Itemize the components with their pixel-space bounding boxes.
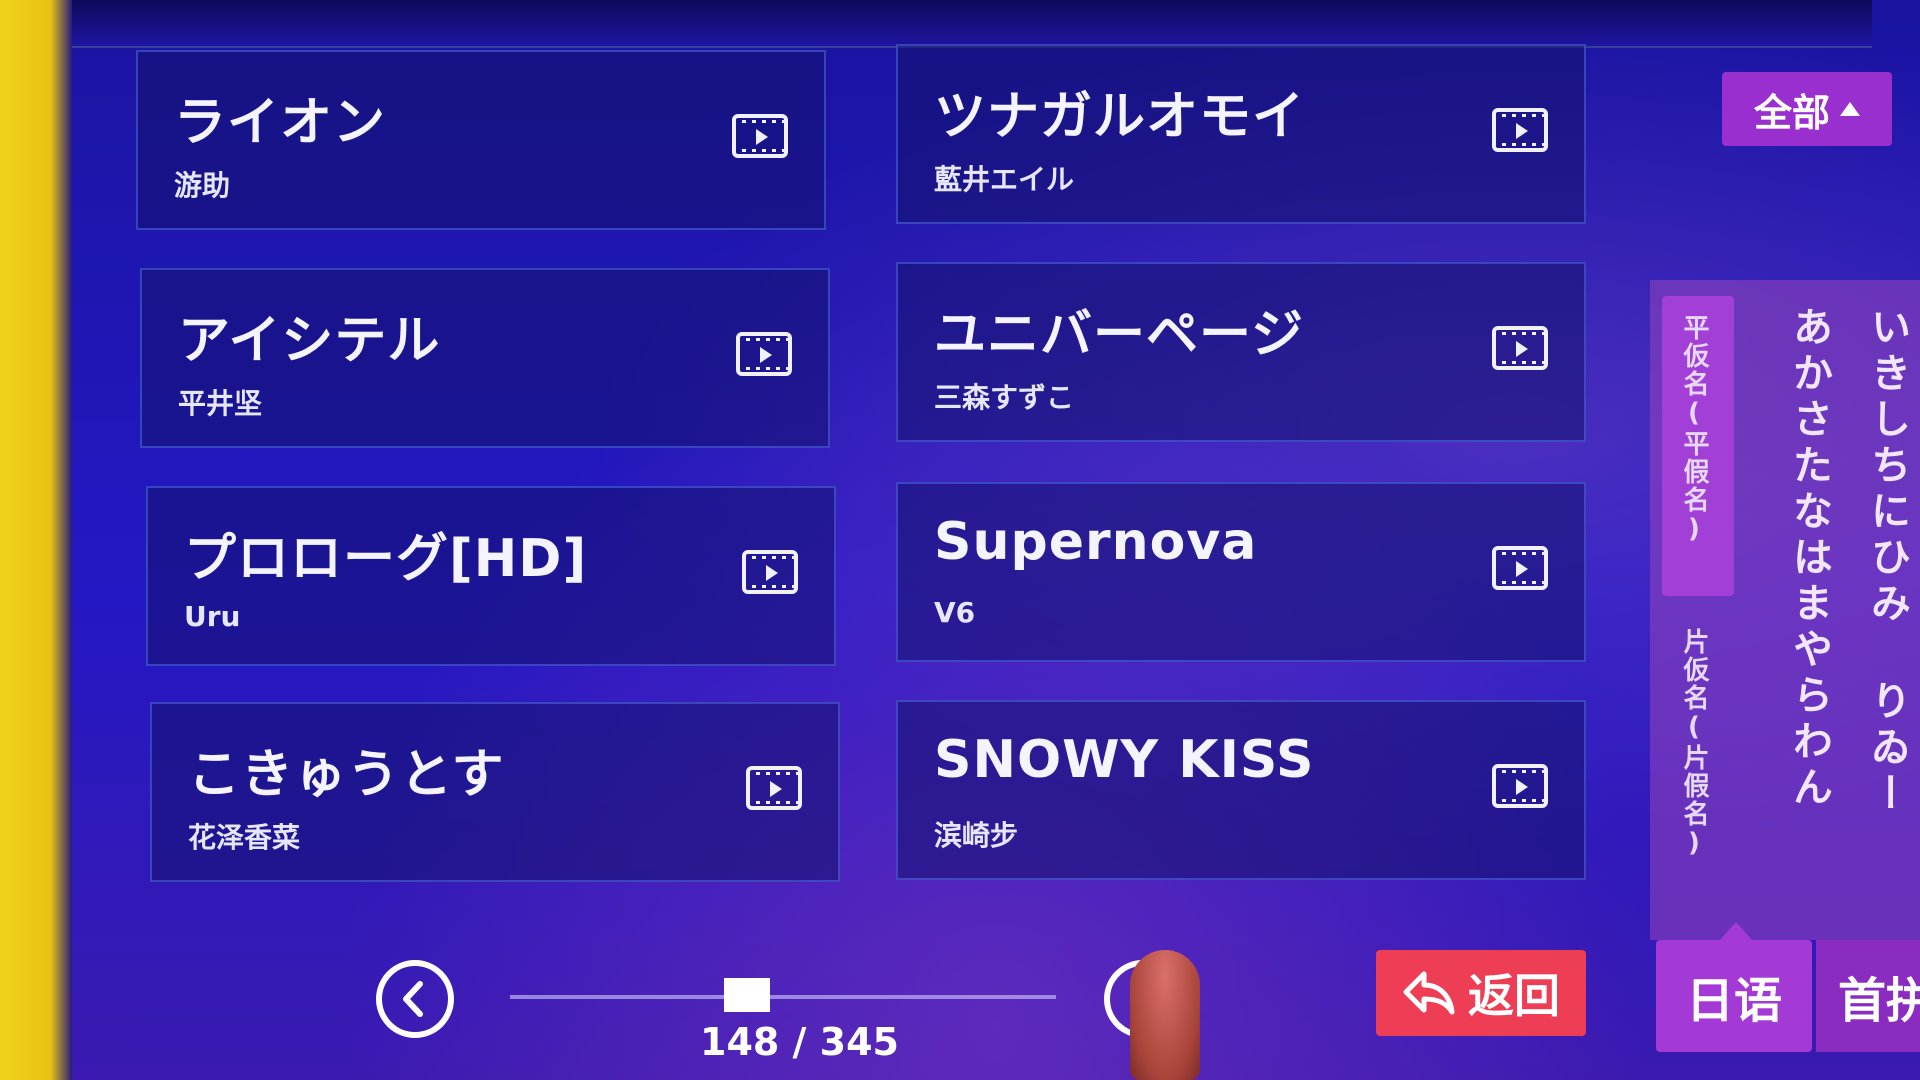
song-artist: V6 bbox=[934, 596, 976, 629]
song-card[interactable]: ユニバーページ 三森すずこ bbox=[896, 262, 1586, 442]
video-play-icon[interactable] bbox=[736, 332, 792, 376]
song-artist: 藍井エイル bbox=[934, 163, 1075, 196]
song-artist: Uru bbox=[184, 600, 241, 633]
device-bezel bbox=[0, 0, 72, 1080]
language-initials-button[interactable]: 首拼 bbox=[1816, 940, 1920, 1052]
page-slider-thumb[interactable] bbox=[724, 978, 770, 1012]
song-card[interactable]: アイシテル 平井坚 bbox=[140, 268, 830, 448]
tab-hiragana[interactable]: 平仮名(平假名) bbox=[1662, 296, 1734, 596]
prev-page-button[interactable] bbox=[376, 960, 454, 1038]
chevron-left-icon bbox=[403, 981, 423, 1017]
song-artist: 滨崎步 bbox=[934, 819, 1019, 852]
video-play-icon[interactable] bbox=[742, 550, 798, 594]
song-artist: 花泽香菜 bbox=[188, 821, 301, 854]
song-card[interactable]: こきゅうとす 花泽香菜 bbox=[150, 702, 840, 882]
language-caret-icon bbox=[1720, 922, 1752, 940]
video-play-icon[interactable] bbox=[1492, 108, 1548, 152]
back-label: 返回 bbox=[1468, 969, 1560, 1023]
page-slider-track[interactable] bbox=[510, 995, 1056, 999]
return-arrow-icon bbox=[1403, 971, 1455, 1015]
song-title: プロローグ[HD] bbox=[184, 529, 588, 589]
back-button[interactable]: 返回 bbox=[1376, 950, 1586, 1036]
caret-up-icon bbox=[1840, 102, 1860, 116]
song-artist: 三森すずこ bbox=[934, 381, 1075, 414]
song-artist: 平井坚 bbox=[178, 387, 263, 420]
song-card[interactable]: ライオン 游助 bbox=[136, 50, 826, 230]
song-title: Supernova bbox=[934, 512, 1258, 572]
all-filter-button[interactable]: 全部 bbox=[1722, 72, 1892, 146]
song-title: こきゅうとす bbox=[188, 745, 505, 805]
song-title: アイシテル bbox=[178, 311, 441, 371]
video-play-icon[interactable] bbox=[746, 766, 802, 810]
song-title: ツナガルオモイ bbox=[934, 87, 1306, 147]
video-play-icon[interactable] bbox=[1492, 546, 1548, 590]
song-card[interactable]: SNOWY KISS 滨崎步 bbox=[896, 700, 1586, 880]
katakana-tab-label: 片仮名(片假名) bbox=[1679, 628, 1709, 860]
song-card[interactable]: プロローグ[HD] Uru bbox=[146, 486, 836, 666]
song-title: SNOWY KISS bbox=[934, 730, 1315, 790]
kana-column-a[interactable]: あかさたなはまやらわん bbox=[1780, 306, 1838, 812]
finger-reflection bbox=[1130, 950, 1200, 1080]
song-title: ライオン bbox=[174, 93, 387, 153]
tab-katakana[interactable]: 片仮名(片假名) bbox=[1662, 610, 1734, 900]
kana-column-i[interactable]: いきしちにひみ りゐー bbox=[1858, 306, 1916, 818]
top-header-strip bbox=[72, 0, 1872, 48]
page-counter: 148 / 345 bbox=[700, 1020, 899, 1064]
song-title: ユニバーページ bbox=[934, 305, 1304, 365]
video-play-icon[interactable] bbox=[732, 114, 788, 158]
song-card[interactable]: ツナガルオモイ 藍井エイル bbox=[896, 44, 1586, 224]
all-filter-label: 全部 bbox=[1753, 90, 1830, 135]
hiragana-tab-label: 平仮名(平假名) bbox=[1679, 314, 1709, 546]
video-play-icon[interactable] bbox=[1492, 764, 1548, 808]
video-play-icon[interactable] bbox=[1492, 326, 1548, 370]
language-japanese-button[interactable]: 日语 bbox=[1656, 940, 1812, 1052]
song-artist: 游助 bbox=[174, 169, 231, 202]
song-card[interactable]: Supernova V6 bbox=[896, 482, 1586, 662]
